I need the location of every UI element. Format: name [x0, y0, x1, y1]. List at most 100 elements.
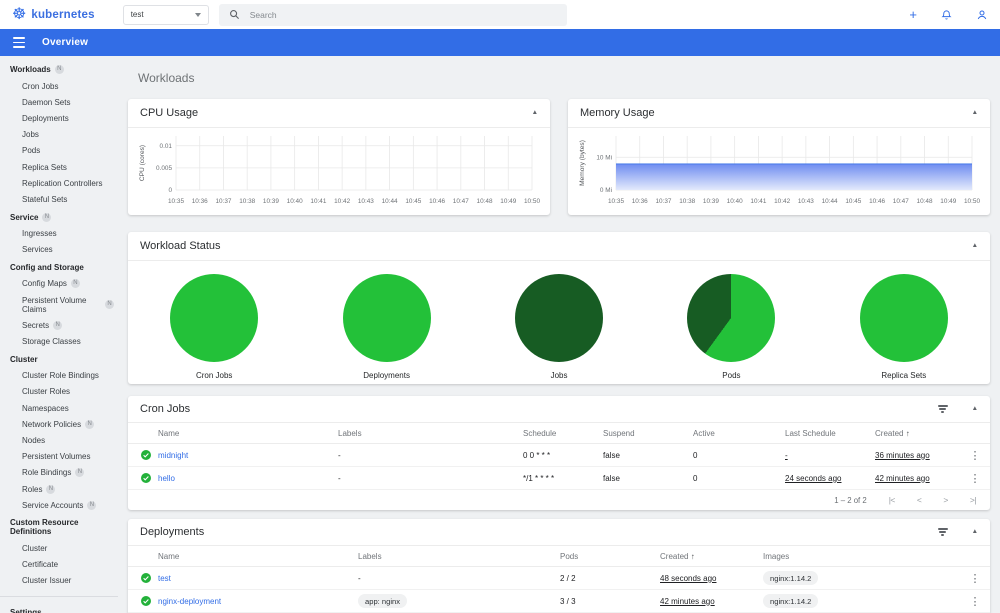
resource-link[interactable]: nginx-deployment: [158, 597, 221, 606]
pie-chart-deployments[interactable]: [342, 274, 431, 362]
sidebar-item-roles[interactable]: Roles N: [0, 481, 118, 497]
workload-status-replica-sets: Replica Sets: [818, 274, 990, 380]
cell-text: 2 / 2: [560, 573, 576, 583]
column-blank: [960, 545, 990, 567]
sidebar-item-label: Jobs: [22, 130, 39, 140]
row-menu-icon[interactable]: ⋮: [960, 472, 990, 485]
sidebar-item-label: Stateful Sets: [22, 194, 68, 204]
column-active[interactable]: Active: [693, 422, 785, 444]
column-images[interactable]: Images: [763, 545, 960, 567]
menu-hamburger-icon[interactable]: [13, 37, 25, 48]
sidebar-item-nodes[interactable]: Nodes: [0, 432, 118, 448]
resource-link[interactable]: hello: [158, 474, 175, 483]
sidebar-item-persistent-volumes[interactable]: Persistent Volumes: [0, 449, 118, 465]
column-created[interactable]: Created ↑: [660, 545, 763, 567]
pie-chart-replica-sets[interactable]: [859, 274, 948, 362]
filter-icon[interactable]: [937, 405, 948, 413]
column-name[interactable]: Name: [158, 545, 358, 567]
svg-text:10:49: 10:49: [500, 198, 516, 205]
sort-asc-icon: ↑: [905, 428, 910, 438]
row-menu-icon[interactable]: ⋮: [960, 595, 990, 608]
pie-chart-pods[interactable]: [687, 274, 776, 362]
sidebar-item-label: Roles: [22, 484, 43, 494]
sidebar-item-namespaces[interactable]: Namespaces: [0, 400, 118, 416]
search-input[interactable]: [249, 9, 557, 20]
sidebar-item-cron-jobs[interactable]: Cron Jobs: [0, 78, 118, 94]
sidebar-section-service[interactable]: Service N: [0, 208, 118, 226]
relative-time: 42 minutes ago: [875, 473, 930, 483]
sidebar-item-cluster-issuer[interactable]: Cluster Issuer: [0, 573, 118, 589]
namespace-select[interactable]: test: [122, 4, 209, 25]
sidebar-section-custom-resource-definitions[interactable]: Custom Resource Definitions: [0, 513, 118, 540]
sidebar-item-label: Service Accounts: [22, 500, 84, 510]
column-name[interactable]: Name: [158, 422, 338, 444]
next-page-icon[interactable]: >: [943, 495, 948, 505]
last-page-icon[interactable]: >|: [970, 495, 977, 505]
sidebar-section-cluster[interactable]: Cluster: [0, 350, 118, 368]
column-suspend[interactable]: Suspend: [603, 422, 693, 444]
column-labels[interactable]: Labels: [338, 422, 523, 444]
first-page-icon[interactable]: |<: [889, 495, 896, 505]
collapse-icon[interactable]: ▲: [972, 528, 978, 536]
collapse-icon[interactable]: ▲: [532, 109, 538, 117]
column-labels[interactable]: Labels: [358, 545, 560, 567]
sidebar-item-ingresses[interactable]: Ingresses: [0, 226, 118, 242]
sidebar-item-services[interactable]: Services: [0, 242, 118, 258]
cron-jobs-card: Cron Jobs ▲ Name Labels Schedule Suspend Act…: [128, 396, 990, 510]
filter-icon[interactable]: [937, 528, 948, 536]
notifications-bell-icon[interactable]: [941, 9, 952, 21]
sidebar-item-service-accounts[interactable]: Service Accounts N: [0, 497, 118, 513]
sidebar-item-cluster[interactable]: Cluster: [0, 540, 118, 556]
sidebar-item-pods[interactable]: Pods: [0, 143, 118, 159]
create-resource-button[interactable]: +: [909, 8, 917, 21]
sidebar-item-replica-sets[interactable]: Replica Sets: [0, 159, 118, 175]
row-menu-icon[interactable]: ⋮: [960, 449, 990, 462]
pagination-range: 1 – 2 of 2: [834, 495, 867, 505]
pie-chart-cron-jobs[interactable]: [170, 274, 259, 362]
collapse-icon[interactable]: ▲: [972, 242, 978, 250]
sidebar-item-cluster-roles[interactable]: Cluster Roles: [0, 384, 118, 400]
cell-text: false: [603, 473, 620, 483]
sidebar-item-storage-classes[interactable]: Storage Classes: [0, 333, 118, 349]
sidebar-item-certificate[interactable]: Certificate: [0, 557, 118, 573]
row-menu-icon[interactable]: ⋮: [960, 572, 990, 585]
sidebar-section-workloads[interactable]: Workloads N: [0, 60, 118, 78]
sidebar-item-role-bindings[interactable]: Role Bindings N: [0, 465, 118, 481]
column-pods[interactable]: Pods: [560, 545, 660, 567]
relative-time: 42 minutes ago: [660, 596, 715, 606]
pie-chart-jobs[interactable]: [515, 274, 604, 362]
sidebar-item-daemon-sets[interactable]: Daemon Sets: [0, 94, 118, 110]
column-last-schedule[interactable]: Last Schedule: [785, 422, 875, 444]
sidebar-section-config-and-storage[interactable]: Config and Storage: [0, 258, 118, 276]
resource-link[interactable]: midnight: [158, 451, 188, 460]
search-bar[interactable]: [218, 3, 567, 26]
sidebar-item-settings[interactable]: Settings: [0, 603, 118, 613]
user-profile-icon[interactable]: [976, 9, 988, 21]
pie-label: Pods: [722, 371, 741, 380]
sidebar-item-replication-controllers[interactable]: Replication Controllers: [0, 175, 118, 191]
sidebar-item-label: Secrets: [22, 320, 50, 330]
sidebar-item-deployments[interactable]: Deployments: [0, 110, 118, 126]
sidebar-item-jobs[interactable]: Jobs: [0, 127, 118, 143]
svg-text:10:44: 10:44: [382, 198, 398, 205]
prev-page-icon[interactable]: <: [917, 495, 922, 505]
sidebar-item-persistent-volume-claims[interactable]: Persistent Volume Claims N: [0, 292, 118, 317]
brand[interactable]: ☸ kubernetes: [12, 6, 95, 23]
collapse-icon[interactable]: ▲: [972, 405, 978, 413]
column-created[interactable]: Created ↑: [875, 422, 960, 444]
collapse-icon[interactable]: ▲: [972, 109, 978, 117]
sidebar-item-label: Cluster Roles: [22, 387, 71, 397]
sidebar-item-config-maps[interactable]: Config Maps N: [0, 276, 118, 292]
sidebar-nav: Workloads N Cron Jobs Daemon Sets Deployment…: [0, 56, 118, 613]
sidebar-item-secrets[interactable]: Secrets N: [0, 317, 118, 333]
sidebar-item-cluster-role-bindings[interactable]: Cluster Role Bindings: [0, 368, 118, 384]
sidebar-item-network-policies[interactable]: Network Policies N: [0, 416, 118, 432]
sidebar-item-stateful-sets[interactable]: Stateful Sets: [0, 191, 118, 207]
table-row: midnight - 0 0 * * * false 0 - 36 minutes ago ⋮: [128, 443, 990, 467]
column-schedule[interactable]: Schedule: [523, 422, 603, 444]
pie-label: Deployments: [363, 371, 410, 380]
resource-link[interactable]: test: [158, 574, 171, 583]
sidebar-section-label: Service: [10, 212, 39, 222]
table-row: test - 2 / 2 48 seconds ago nginx:1.14.2 ⋮: [128, 566, 990, 590]
status-ok-icon: [141, 573, 151, 583]
